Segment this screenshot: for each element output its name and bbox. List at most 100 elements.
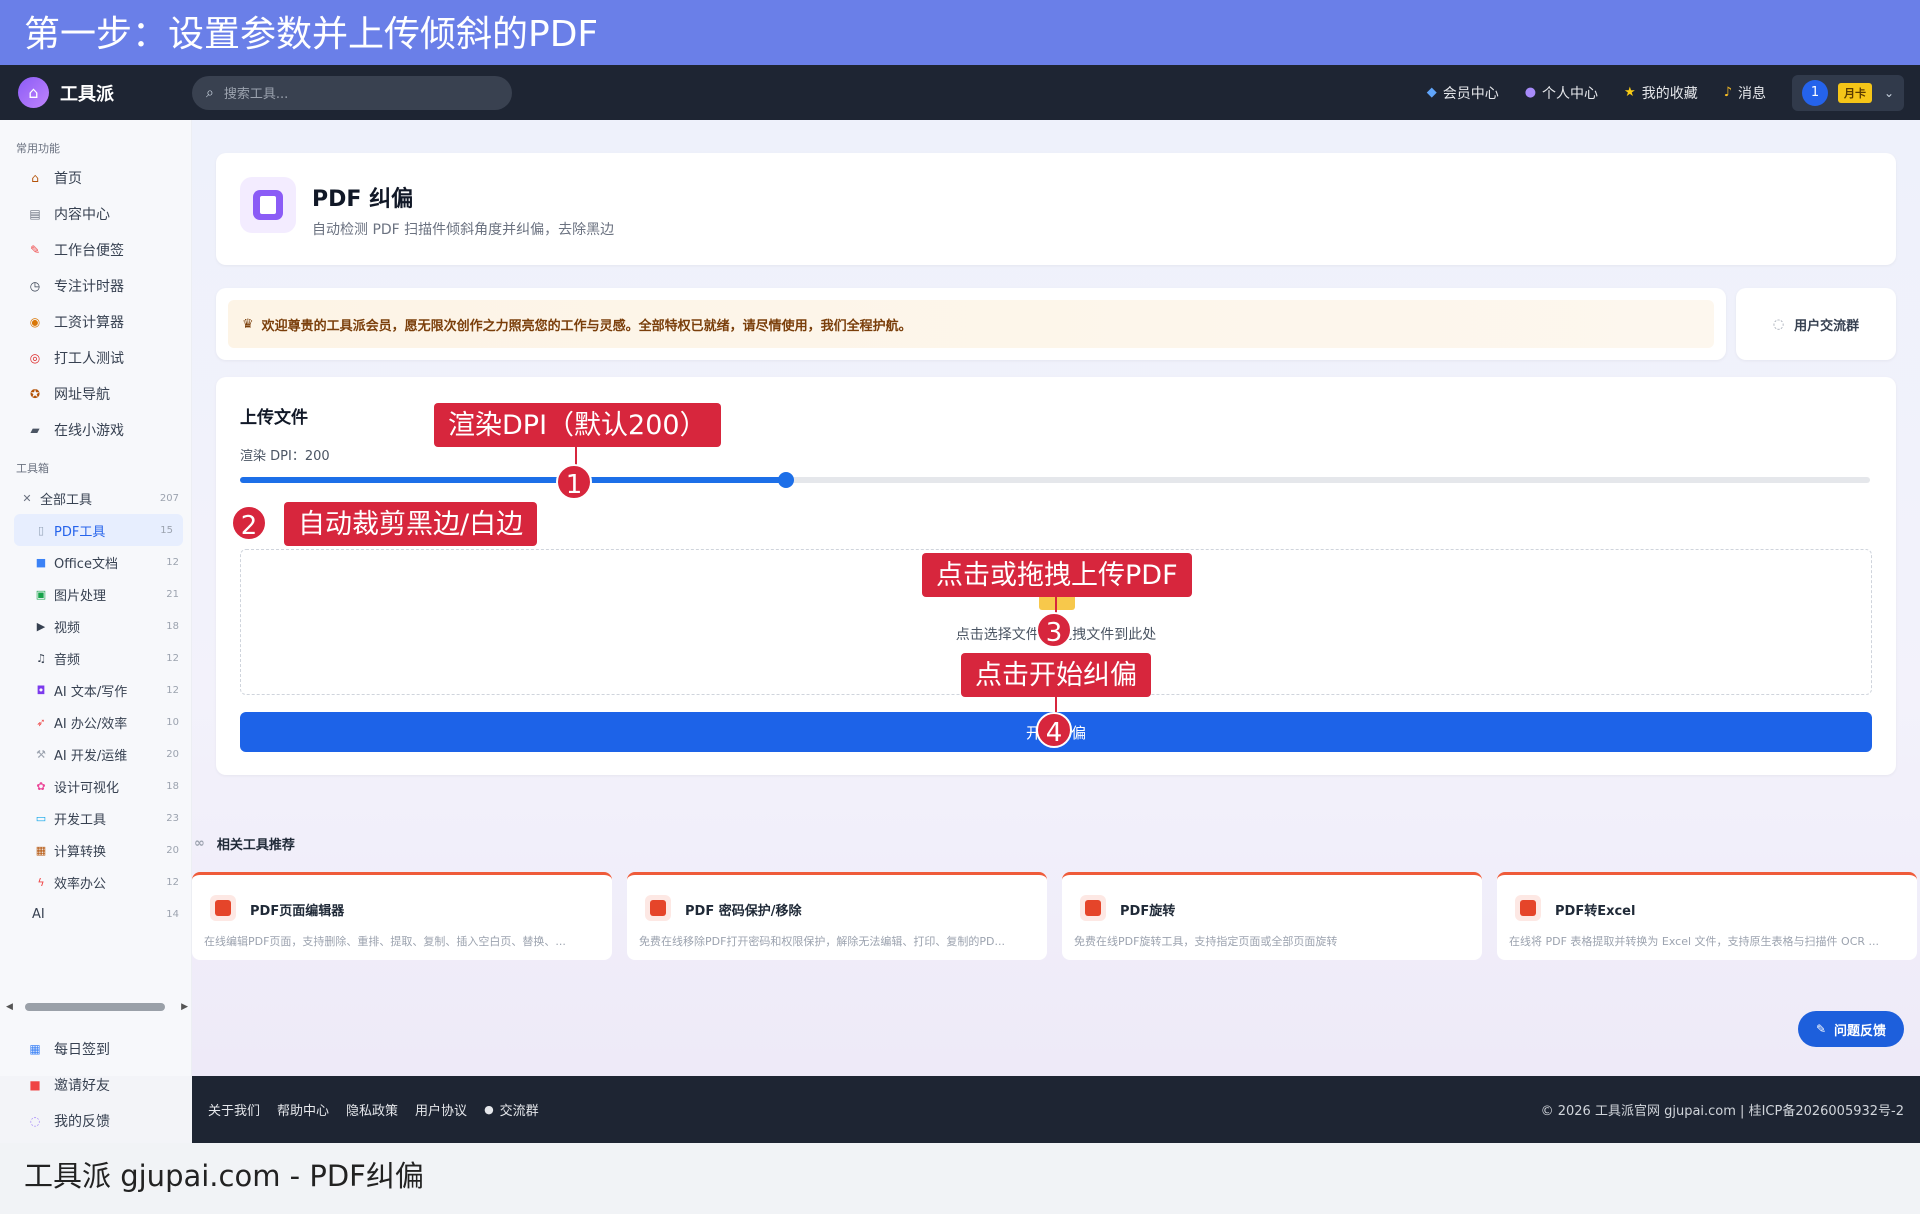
- slider-handle[interactable]: [778, 472, 795, 488]
- sidebar-item-nav[interactable]: ✪ 网址导航: [0, 376, 191, 412]
- copyright: © 2026 工具派官网 gjupai.com | 桂ICP备202600593…: [1540, 1104, 1904, 1119]
- tools-icon: ✕: [22, 491, 32, 505]
- speech-bubble-icon: ◌: [29, 1114, 41, 1128]
- annotation-number: 2: [231, 505, 267, 541]
- slider-fill: [240, 477, 787, 483]
- user-menu[interactable]: 1 月卡 ⌄: [1792, 74, 1904, 111]
- crown-icon: ♛: [242, 316, 254, 332]
- rotate-icon: [1080, 895, 1106, 921]
- sidebar-item-games[interactable]: ▰ 在线小游戏: [0, 412, 191, 448]
- nav-personal-center[interactable]: ● 个人中心: [1525, 83, 1598, 103]
- annotation-label: 点击开始纠偏: [961, 653, 1151, 697]
- related-tool-card[interactable]: PDF转Excel 在线将 PDF 表格提取并转换为 Excel 文件，支持原生…: [1497, 872, 1917, 960]
- annotation-number: 4: [1036, 712, 1072, 748]
- member-notice: ♛ 欢迎尊贵的工具派会员，愿无限次创作之力照亮您的工作与灵感。全部特权已就绪，请…: [228, 300, 1714, 348]
- logo[interactable]: ⌂ 工具派: [18, 77, 192, 108]
- group-chat-label: 用户交流群: [1794, 318, 1860, 334]
- sidebar-item-calc[interactable]: ▦ 计算转换 20: [0, 834, 191, 866]
- memo-icon: ✎: [29, 243, 41, 257]
- sidebar-item-notes[interactable]: ✎ 工作台便签: [0, 232, 191, 268]
- search-input[interactable]: ⌕ 搜索工具...: [192, 75, 512, 110]
- link-icon: ∞: [194, 836, 205, 851]
- footer-link-about[interactable]: 关于我们: [208, 1100, 260, 1119]
- rocket-icon: ➶: [36, 715, 46, 729]
- sidebar-scrollbar[interactable]: ◀ ▶: [6, 1001, 188, 1013]
- sidebar-item-video[interactable]: ▶ 视频 18: [0, 610, 191, 642]
- nav-favorites[interactable]: ★ 我的收藏: [1624, 83, 1698, 103]
- wrench-icon: ⚒: [36, 747, 46, 761]
- sidebar-item-dev-tools[interactable]: ▭ 开发工具 23: [0, 802, 191, 834]
- related-tool-card[interactable]: PDF旋转 免费在线PDF旋转工具，支持指定页面或全部页面旋转: [1062, 872, 1482, 960]
- monitor-icon: ▭: [35, 811, 47, 825]
- sidebar-item-pdf-tools[interactable]: ▯ PDF工具 15: [14, 514, 183, 546]
- sidebar-item-feedback[interactable]: ◌ 我的反馈: [0, 1103, 191, 1139]
- gift-icon: ■: [29, 1078, 41, 1092]
- blue-book-icon: ■: [35, 555, 47, 569]
- footer-link-help[interactable]: 帮助中心: [277, 1100, 329, 1119]
- sidebar-item-salary[interactable]: ◉ 工资计算器: [0, 304, 191, 340]
- sidebar-item-all-tools[interactable]: ✕ 全部工具 207: [0, 482, 191, 514]
- lightning-icon: ϟ: [37, 875, 45, 889]
- feedback-button[interactable]: ✎ 问题反馈: [1798, 1011, 1904, 1047]
- sidebar-item-audio[interactable]: ♫ 音频 12: [0, 642, 191, 674]
- bottom-caption: 工具派 gjupai.com - PDF纠偏: [0, 1143, 1920, 1214]
- avatar: 1: [1802, 79, 1828, 106]
- newspaper-icon: ▤: [29, 207, 41, 221]
- sidebar-item-office[interactable]: ■ Office文档 12: [0, 546, 191, 578]
- footer-link-privacy[interactable]: 隐私政策: [346, 1100, 398, 1119]
- sidebar-item-timer[interactable]: ◷ 专注计时器: [0, 268, 191, 304]
- sidebar-item-image[interactable]: ▣ 图片处理 21: [0, 578, 191, 610]
- scrollbar-thumb[interactable]: [24, 1003, 166, 1011]
- annotation-label: 点击或拖拽上传PDF: [922, 553, 1192, 597]
- instruction-banner: 第一步：设置参数并上传倾斜的PDF: [0, 0, 1920, 65]
- clapper-icon: ▶: [36, 619, 46, 633]
- page-description: 自动检测 PDF 扫描件倾斜角度并纠偏，去除黑边: [312, 222, 615, 238]
- sidebar-item-invite[interactable]: ■ 邀请好友: [0, 1067, 191, 1103]
- nav-messages[interactable]: ♪ 消息: [1724, 83, 1766, 103]
- dpi-label: 渲染 DPI：200: [240, 449, 330, 464]
- sidebar-item-ai-writing[interactable]: ◘ AI 文本/写作 12: [0, 674, 191, 706]
- annotation-number: 1: [556, 464, 592, 500]
- page-title: PDF 纠偏: [312, 187, 414, 212]
- footer-link-terms[interactable]: 用户协议: [415, 1100, 467, 1119]
- sidebar-item-efficiency[interactable]: ϟ 效率办公 12: [0, 866, 191, 898]
- top-navbar: ⌂ 工具派 ⌕ 搜索工具... ◆ 会员中心 ● 个人中心 ★ 我的收藏 ♪ 消息 1 …: [0, 65, 1920, 120]
- sidebar-item-ai-office[interactable]: ➶ AI 办公/效率 10: [0, 706, 191, 738]
- footer: 关于我们 帮助中心 隐私政策 用户协议 ● 交流群 © 2026 工具派官网 gj…: [192, 1076, 1920, 1143]
- tool-header-card: PDF 纠偏 自动检测 PDF 扫描件倾斜角度并纠偏，去除黑边: [216, 153, 1896, 265]
- annotation-label: 自动裁剪黑边/白边: [284, 502, 538, 546]
- music-note-icon: ♫: [36, 651, 46, 665]
- sidebar-item-checkin[interactable]: ▦ 每日签到: [0, 1031, 191, 1067]
- sidebar-item-ai-dev[interactable]: ⚒ AI 开发/运维 20: [0, 738, 191, 770]
- home-icon: ⌂: [31, 171, 39, 185]
- palette-icon: ✿: [36, 779, 46, 793]
- related-tool-card[interactable]: PDF页面编辑器 在线编辑PDF页面，支持删除、重排、提取、复制、插入空白页、替…: [192, 872, 612, 960]
- robot-icon: ◘: [36, 683, 46, 697]
- gamepad-icon: ▰: [30, 423, 40, 437]
- picture-icon: ▣: [35, 587, 47, 601]
- annotation-label: 渲染DPI（默认200）: [434, 403, 721, 447]
- group-chat-card[interactable]: ◌ 用户交流群: [1736, 288, 1896, 360]
- pdf-tool-icon: [240, 177, 296, 233]
- scroll-right-icon[interactable]: ▶: [181, 1002, 188, 1012]
- related-tools-title: ∞ 相关工具推荐: [194, 836, 295, 853]
- abacus-icon: ▦: [35, 843, 47, 857]
- scroll-left-icon[interactable]: ◀: [6, 1002, 13, 1012]
- pdf-to-excel-icon: [1515, 895, 1541, 921]
- sidebar-item-content[interactable]: ▤ 内容中心: [0, 196, 191, 232]
- money-bag-icon: ◉: [29, 315, 41, 329]
- sidebar-item-worker-test[interactable]: ◎ 打工人测试: [0, 340, 191, 376]
- membership-badge: 月卡: [1838, 82, 1872, 103]
- diamond-icon: ◆: [1426, 85, 1437, 100]
- sidebar-item-home[interactable]: ⌂ 首页: [0, 160, 191, 196]
- sidebar-item-ai[interactable]: AI 14: [0, 898, 191, 930]
- lock-icon: [645, 895, 671, 921]
- search-icon: ⌕: [206, 84, 214, 101]
- related-tool-card[interactable]: PDF 密码保护/移除 免费在线移除PDF打开密码和权限保护，解除无法编辑、打印…: [627, 872, 1047, 960]
- bell-icon: ♪: [1723, 85, 1732, 100]
- sidebar-item-design[interactable]: ✿ 设计可视化 18: [0, 770, 191, 802]
- nav-vip-center[interactable]: ◆ 会员中心: [1427, 83, 1499, 103]
- footer-link-group[interactable]: ● 交流群: [484, 1100, 539, 1119]
- dpi-slider[interactable]: [240, 472, 1870, 488]
- chevron-down-icon: ⌄: [1884, 85, 1895, 100]
